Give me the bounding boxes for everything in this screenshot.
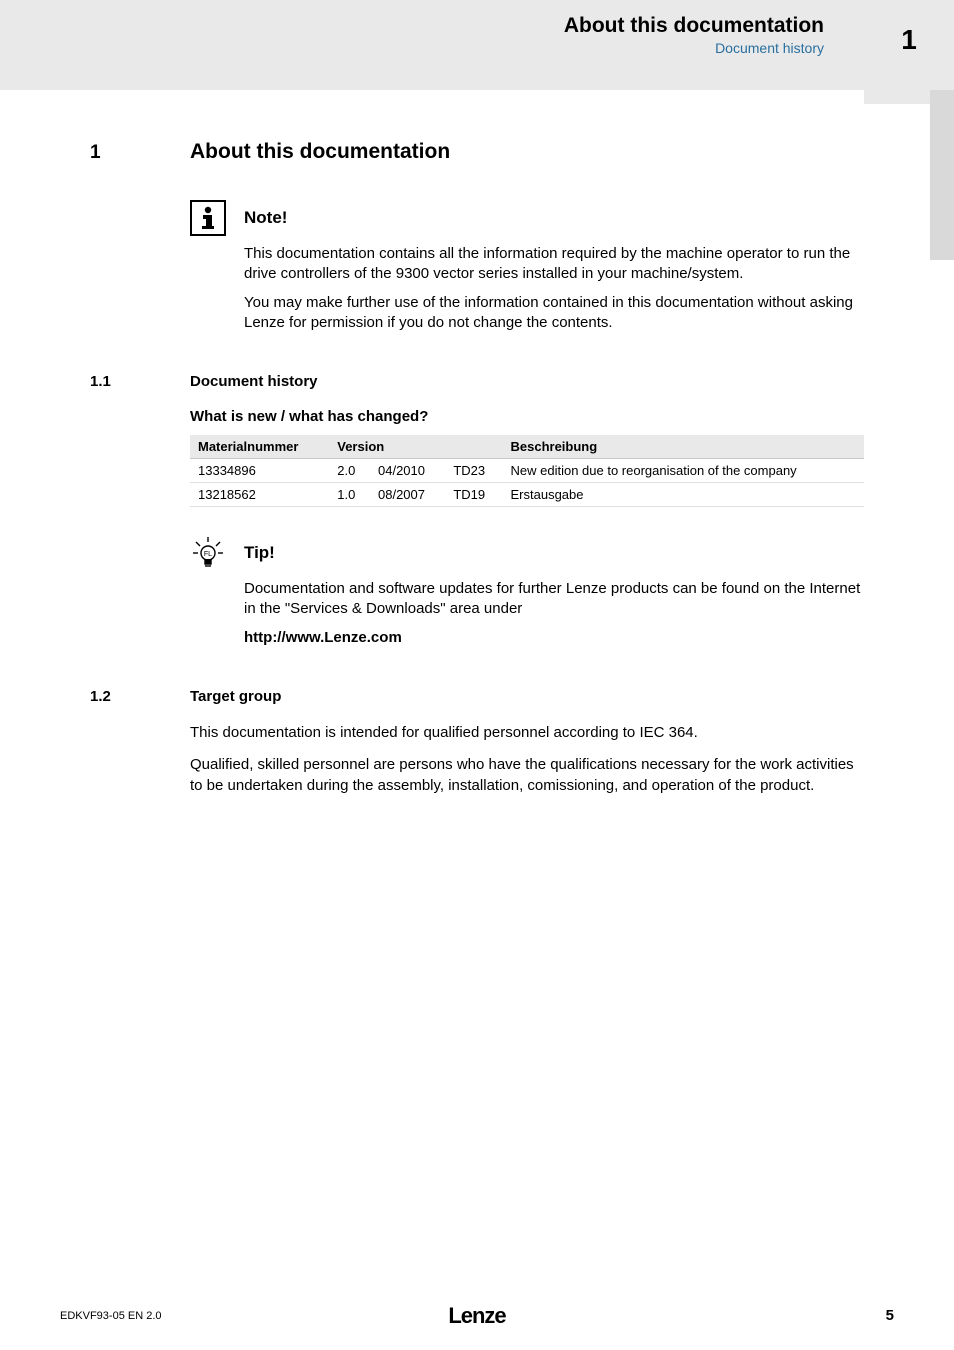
table-cell: 13218562 xyxy=(190,483,329,507)
subsection-number: 1.2 xyxy=(90,688,190,705)
subsection-title: Target group xyxy=(190,688,281,705)
note-block: Note! This documentation contains all th… xyxy=(190,200,864,333)
section-title: About this documentation xyxy=(190,140,450,164)
svg-text:FL: FL xyxy=(204,551,212,558)
side-tab-marker xyxy=(930,90,954,260)
body-paragraph: Qualified, skilled personnel are persons… xyxy=(190,755,864,796)
footer-doc-id: EDKVF93-05 EN 2.0 xyxy=(60,1310,162,1322)
header-title: About this documentation xyxy=(564,14,824,38)
section-heading-row: 1 About this documentation xyxy=(90,140,864,164)
tip-label: Tip! xyxy=(244,543,275,563)
note-label: Note! xyxy=(244,208,287,228)
table-header: Materialnummer xyxy=(190,435,329,459)
change-question: What is new / what has changed? xyxy=(190,408,864,425)
table-cell: 13334896 xyxy=(190,459,329,483)
info-icon xyxy=(190,200,226,236)
table-cell: New edition due to reorganisation of the… xyxy=(503,459,865,483)
subsection-title: Document history xyxy=(190,373,318,390)
note-paragraph: You may make further use of the informat… xyxy=(244,293,864,334)
header-subtitle: Document history xyxy=(564,40,824,56)
table-cell: 08/2007 xyxy=(370,483,445,507)
table-header: Beschreibung xyxy=(503,435,865,459)
tip-paragraph: Documentation and software updates for f… xyxy=(244,579,864,620)
subsection-number: 1.1 xyxy=(90,373,190,390)
tip-block: FL Tip! Documentation and software updat… xyxy=(190,535,864,648)
table-cell: 2.0 xyxy=(329,459,370,483)
note-paragraph: This documentation contains all the info… xyxy=(244,244,864,285)
subsection-heading-row: 1.1 Document history xyxy=(90,373,864,390)
brand-logo: Lenze xyxy=(448,1303,505,1329)
table-cell: 1.0 xyxy=(329,483,370,507)
page-footer: EDKVF93-05 EN 2.0 Lenze 5 xyxy=(0,1307,954,1324)
table-cell: TD23 xyxy=(445,459,502,483)
body-paragraph: This documentation is intended for quali… xyxy=(190,723,864,744)
section-number: 1 xyxy=(90,142,190,164)
table-row: 13218562 1.0 08/2007 TD19 Erstausgabe xyxy=(190,483,864,507)
subsection-heading-row: 1.2 Target group xyxy=(90,688,864,705)
table-cell: TD19 xyxy=(445,483,502,507)
lightbulb-icon: FL xyxy=(190,535,226,571)
history-table: Materialnummer Version Beschreibung 1333… xyxy=(190,435,864,507)
tip-link-text: http://www.Lenze.com xyxy=(244,628,864,648)
table-cell: 04/2010 xyxy=(370,459,445,483)
page-number: 5 xyxy=(886,1307,894,1324)
table-header: Version xyxy=(329,435,502,459)
table-cell: Erstausgabe xyxy=(503,483,865,507)
table-row: 13334896 2.0 04/2010 TD23 New edition du… xyxy=(190,459,864,483)
page-header: About this documentation Document histor… xyxy=(0,0,954,90)
